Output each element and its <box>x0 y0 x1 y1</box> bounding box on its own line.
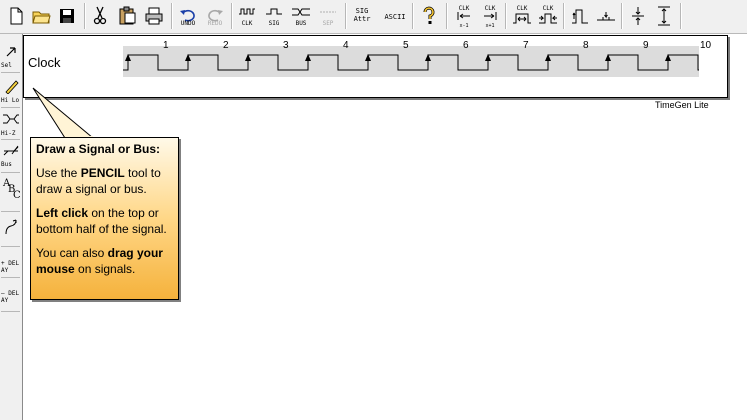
add-clock-button[interactable]: CLK <box>235 3 259 29</box>
bus-tool-label: Bus <box>1 161 12 168</box>
add-signal-button[interactable]: SIG <box>262 3 286 29</box>
add-delay-label: + DELAY <box>1 260 20 274</box>
floppy-disk-icon <box>60 9 74 23</box>
paste-button[interactable] <box>115 3 139 29</box>
text-tool-button[interactable]: A B C <box>0 176 21 204</box>
cycle-number: 7 <box>523 40 529 51</box>
new-document-icon <box>10 7 23 25</box>
undo-button[interactable]: UNDO <box>176 3 200 29</box>
zoom-in-button[interactable] <box>626 3 650 29</box>
svg-text:x+1: x+1 <box>485 23 494 29</box>
clk-arrow-left-icon: CLK x-1 <box>457 5 470 29</box>
ascii-button[interactable]: ASCII <box>381 3 409 29</box>
arrow-tool-button[interactable] <box>0 217 21 245</box>
clk-expand-icon: CLK <box>513 5 531 24</box>
svg-text:x-1: x-1 <box>459 23 468 29</box>
rising-edge-icon <box>572 9 588 24</box>
add-bus-label: BUS <box>295 20 307 27</box>
question-mark-icon <box>423 6 435 24</box>
signal-name-clock[interactable]: Clock <box>28 55 61 70</box>
clk-expand-button[interactable]: CLK <box>510 3 534 29</box>
clock-waveform[interactable]: 1 2 3 4 5 6 7 8 9 10 <box>123 40 711 77</box>
clock-waveform-graphic <box>123 54 699 71</box>
falling-edge-icon <box>597 12 615 21</box>
cycle-number: 9 <box>643 40 649 51</box>
tooltip-paragraph-3: You can also drag your mouse on signals. <box>36 246 163 276</box>
bus-tool-button[interactable]: Bus <box>0 141 21 169</box>
cycle-number: 3 <box>283 40 289 51</box>
select-arrow-icon <box>6 47 16 57</box>
help-button[interactable] <box>417 3 441 29</box>
open-button[interactable] <box>29 3 53 29</box>
svg-text:C: C <box>13 190 20 199</box>
remove-delay-label: – DELAY <box>1 290 20 304</box>
add-separator-button[interactable]: SEP <box>316 3 340 29</box>
new-document-button[interactable] <box>4 3 28 29</box>
signal-attributes-button[interactable]: SIG Attr <box>350 3 374 29</box>
redo-button[interactable]: REDO <box>203 3 227 29</box>
rising-edge-button[interactable] <box>568 3 592 29</box>
hilo-pencil-tool-button[interactable]: Hi Lo <box>0 77 21 105</box>
select-tool-button[interactable]: Sel <box>0 42 21 70</box>
printer-icon <box>145 7 163 25</box>
print-button[interactable] <box>142 3 166 29</box>
main-toolbar: UNDO REDO CLK SIG BUS SEP SIG Attr ASCII… <box>0 0 747 34</box>
cycle-number: 5 <box>403 40 409 51</box>
tool-palette: Sel Hi Lo Hi-Z Bus A B C + DELAY – DELAY <box>0 34 23 420</box>
cycle-number: 2 <box>223 40 229 51</box>
add-delay-button[interactable]: + DELAY <box>0 250 21 278</box>
clk-compress-icon: CLK <box>539 5 557 24</box>
pencil-icon <box>5 80 19 94</box>
scissors-icon <box>93 6 107 25</box>
bus-tool-icon <box>3 145 19 156</box>
hiz-tool-label: Hi-Z <box>1 130 16 137</box>
clk-compress-button[interactable]: CLK <box>536 3 560 29</box>
curved-arrow-icon <box>5 219 17 235</box>
clk-shift-right-button[interactable]: CLK x+1 <box>478 3 502 29</box>
add-separator-label: SEP <box>322 20 334 27</box>
arrows-diverge-icon <box>658 6 670 26</box>
add-bus-button[interactable]: BUS <box>289 3 313 29</box>
cut-button[interactable] <box>88 3 112 29</box>
redo-label: REDO <box>207 20 223 27</box>
text-abc-icon: A B C <box>2 178 20 199</box>
svg-text:CLK: CLK <box>459 5 470 12</box>
hiz-tool-button[interactable]: Hi-Z <box>0 110 21 138</box>
cycle-number: 1 <box>163 40 169 51</box>
clipboard-icon <box>119 6 136 25</box>
zoom-out-button[interactable] <box>652 3 676 29</box>
select-tool-label: Sel <box>1 62 12 69</box>
tooltip-paragraph-2: Left click on the top or bottom half of … <box>36 206 167 236</box>
timing-diagram[interactable]: Clock 1 2 3 4 5 6 7 8 9 10 <box>23 35 728 98</box>
svg-text:CLK: CLK <box>485 5 496 12</box>
hi-z-wave-icon <box>3 114 19 124</box>
save-button[interactable] <box>55 3 79 29</box>
falling-edge-button[interactable] <box>594 3 618 29</box>
svg-text:CLK: CLK <box>517 5 528 12</box>
undo-label: UNDO <box>180 20 196 27</box>
brand-label: TimeGen Lite <box>655 100 709 110</box>
clock-trace <box>123 54 699 71</box>
hilo-tool-label: Hi Lo <box>1 97 20 104</box>
add-signal-label: SIG <box>268 20 280 27</box>
ascii-label: ASCII <box>384 13 406 21</box>
arrows-converge-icon <box>632 7 644 25</box>
add-clock-label: CLK <box>241 20 253 27</box>
signal-attributes-label: SIG Attr <box>353 7 371 23</box>
cycle-number: 8 <box>583 40 589 51</box>
clk-shift-left-button[interactable]: CLK x-1 <box>452 3 476 29</box>
remove-delay-button[interactable]: – DELAY <box>0 280 21 308</box>
tooltip-paragraph-1: Use the PENCIL tool to draw a signal or … <box>36 166 161 196</box>
open-folder-icon <box>32 11 51 24</box>
cycle-number: 10 <box>700 40 712 51</box>
tooltip-title: Draw a Signal or Bus: <box>36 142 161 156</box>
tooltip-pointer <box>32 87 95 139</box>
help-tooltip: Draw a Signal or Bus: Use the PENCIL too… <box>30 137 179 300</box>
cycle-number: 6 <box>463 40 469 51</box>
cycle-number: 4 <box>343 40 349 51</box>
svg-text:CLK: CLK <box>543 5 554 12</box>
clk-arrow-right-icon: CLK x+1 <box>484 5 497 29</box>
